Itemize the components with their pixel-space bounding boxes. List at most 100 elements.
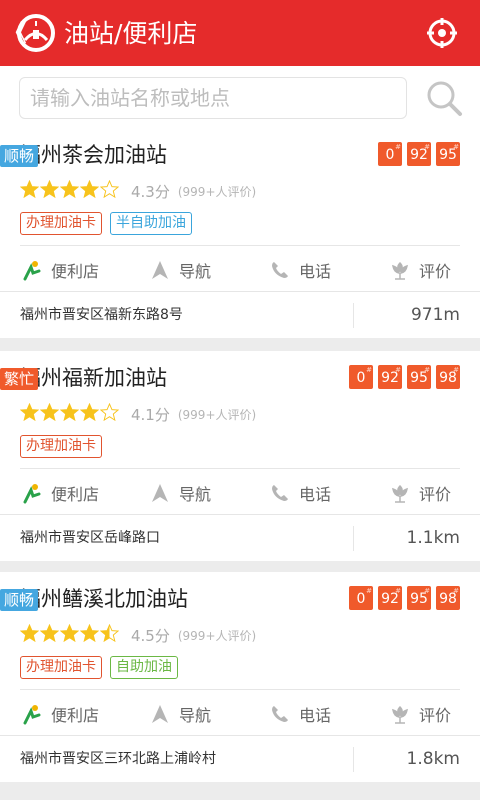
service-tags: 办理加油卡 半自助加油 [20, 212, 192, 235]
action-label: 导航 [178, 485, 211, 504]
station-address: 福州市晋安区岳峰路口 [20, 530, 160, 546]
rating-row: 4.5分 (999+人评价) [19, 623, 257, 647]
navigation-button[interactable]: 导航 [120, 690, 240, 738]
star-rating [19, 402, 120, 426]
convenience-store-button[interactable]: 便利店 [0, 690, 120, 738]
service-tags: 办理加油卡 自助加油 [20, 656, 178, 679]
address-row[interactable]: 福州市晋安区福新东路8号 971m [0, 291, 480, 338]
review-icon [392, 705, 408, 724]
service-tag: 办理加油卡 [20, 212, 102, 235]
address-row[interactable]: 福州市晋安区岳峰路口 1.1km [0, 514, 480, 561]
action-label: 评价 [418, 706, 451, 725]
fuel-badge: 92 # [378, 586, 402, 610]
action-label: 评价 [418, 485, 451, 504]
page-title: 油站/便利店 [64, 19, 198, 48]
star-icon [79, 623, 100, 647]
station-card[interactable]: 福州茶会加油站 顺畅 0 #92 #95 # 4.3分 (999+人评价) 办理加油卡 半自助加油… [0, 128, 480, 338]
search-icon[interactable] [424, 78, 464, 118]
search-input[interactable] [19, 77, 407, 119]
star-icon [59, 179, 80, 203]
star-icon [59, 402, 80, 426]
review-count: (999+人评价) [177, 407, 257, 422]
review-button[interactable]: 评价 [360, 246, 480, 294]
star-rating [19, 623, 120, 647]
store-icon [23, 705, 41, 725]
phone-button[interactable]: 电话 [240, 246, 360, 294]
separator [353, 747, 354, 772]
star-icon [79, 179, 100, 203]
station-card[interactable]: 福州福新加油站 繁忙 0 #92 #95 #98 # 4.1分 (999+人评价) 办理加油卡 便利… [0, 351, 480, 561]
action-bar: 便利店 导航 电话 评价 [0, 246, 480, 294]
search-bar [0, 66, 480, 128]
star-icon [59, 623, 80, 647]
star-icon [99, 623, 120, 647]
service-tags: 办理加油卡 [20, 435, 102, 458]
rating-row: 4.3分 (999+人评价) [19, 179, 257, 203]
convenience-store-button[interactable]: 便利店 [0, 469, 120, 517]
convenience-store-button[interactable]: 便利店 [0, 246, 120, 294]
action-label: 便利店 [50, 485, 99, 504]
fuel-badge: 92 # [378, 365, 402, 389]
star-icon [19, 402, 40, 426]
review-icon [392, 484, 408, 503]
action-label: 评价 [418, 262, 451, 281]
action-label: 便利店 [50, 706, 99, 725]
store-icon [23, 261, 41, 281]
star-icon [39, 179, 60, 203]
phone-button[interactable]: 电话 [240, 469, 360, 517]
gas-station-logo-icon[interactable] [16, 13, 56, 53]
navigation-icon [151, 261, 168, 279]
action-label: 电话 [298, 262, 331, 281]
action-label: 便利店 [50, 262, 99, 281]
app-header: 《 油站/便利店 [0, 0, 480, 66]
station-name: 福州茶会加油站 [20, 143, 167, 167]
action-label: 电话 [298, 485, 331, 504]
fuel-badge: 0 # [349, 365, 373, 389]
service-tag: 半自助加油 [110, 212, 192, 235]
navigation-icon [151, 705, 168, 723]
phone-icon [271, 706, 288, 722]
action-bar: 便利店 导航 电话 评价 [0, 469, 480, 517]
navigation-button[interactable]: 导航 [120, 246, 240, 294]
review-count: (999+人评价) [177, 184, 257, 199]
navigation-button[interactable]: 导航 [120, 469, 240, 517]
separator [353, 526, 354, 551]
fuel-types: 0 #92 #95 #98 # [349, 586, 460, 610]
separator [353, 303, 354, 328]
action-label: 电话 [298, 706, 331, 725]
fuel-badge: 92 # [407, 142, 431, 166]
phone-button[interactable]: 电话 [240, 690, 360, 738]
fuel-badge: 98 # [436, 365, 460, 389]
phone-icon [271, 485, 288, 501]
station-card[interactable]: 福州鳝溪北加油站 顺畅 0 #92 #95 #98 # 4.5分 (999+人评价) 办理加油卡自… [0, 572, 480, 782]
rating-score: 4.5分 [131, 626, 170, 645]
service-tag: 办理加油卡 [20, 435, 102, 458]
rating-score: 4.3分 [131, 182, 170, 201]
star-icon [19, 179, 40, 203]
station-distance: 971m [410, 305, 460, 325]
star-icon [99, 402, 120, 426]
fuel-badge: 95 # [436, 142, 460, 166]
star-icon [19, 623, 40, 647]
action-label: 导航 [178, 262, 211, 281]
review-count: (999+人评价) [177, 628, 257, 643]
station-distance: 1.8km [406, 749, 460, 769]
store-icon [23, 484, 41, 504]
address-row[interactable]: 福州市晋安区三环北路上浦岭村 1.8km [0, 735, 480, 782]
review-button[interactable]: 评价 [360, 690, 480, 738]
navigation-icon [151, 484, 168, 502]
fuel-badge: 95 # [407, 586, 431, 610]
service-tag: 自助加油 [110, 656, 178, 679]
action-bar: 便利店 导航 电话 评价 [0, 690, 480, 738]
star-icon [39, 402, 60, 426]
station-name: 福州福新加油站 [20, 366, 167, 390]
star-icon [99, 179, 120, 203]
review-icon [392, 261, 408, 280]
rating-row: 4.1分 (999+人评价) [19, 402, 257, 426]
rating-score: 4.1分 [131, 405, 170, 424]
star-rating [19, 179, 120, 203]
review-button[interactable]: 评价 [360, 469, 480, 517]
star-icon [39, 623, 60, 647]
service-tag: 办理加油卡 [20, 656, 102, 679]
locate-target-icon[interactable] [426, 17, 458, 49]
